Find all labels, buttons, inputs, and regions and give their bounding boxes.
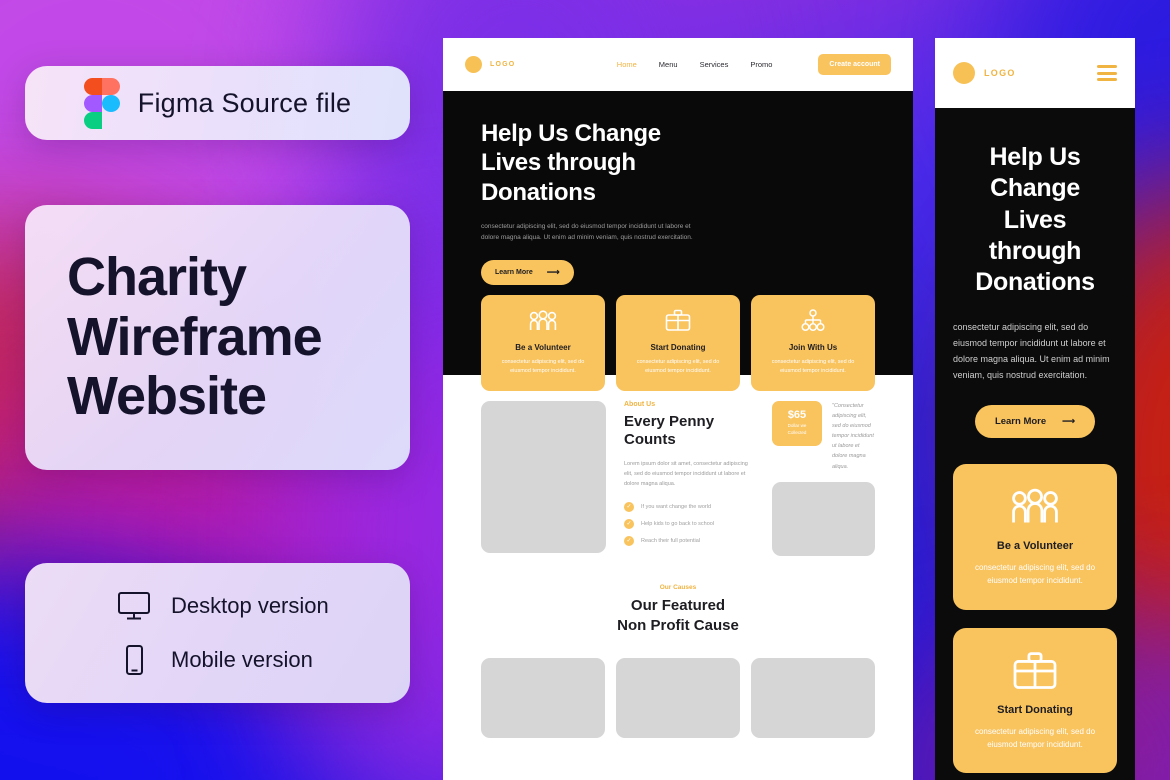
checklist-item: ✓ Help kids to go back to school bbox=[624, 518, 754, 529]
about-body-text: Lorem ipsum dolor sit amet, consectetur … bbox=[624, 461, 748, 488]
feature-card-body: consectetur adipiscing elit, sed do eius… bbox=[974, 563, 1096, 586]
about-text-column: About Us Every Penny Counts Lorem ipsum … bbox=[624, 401, 754, 556]
hero-title: Help Us Change Lives through Donations bbox=[481, 120, 661, 206]
figma-logo-icon bbox=[83, 78, 120, 129]
feature-card-join[interactable]: Join With Us consectetur adipiscing elit… bbox=[751, 294, 875, 391]
version-item-desktop: Desktop version bbox=[117, 591, 410, 621]
nav-link-home[interactable]: Home bbox=[617, 60, 637, 69]
hero-title: Help Us Change Lives through Donations bbox=[975, 143, 1095, 296]
cause-image-placeholder bbox=[481, 658, 605, 739]
hero-body-text: consectetur adipiscing elit, sed do eius… bbox=[481, 222, 693, 242]
desktop-navbar: LOGO Home Menu Services Promo Create acc… bbox=[443, 38, 913, 91]
cause-image-placeholder bbox=[751, 658, 875, 739]
about-eyebrow: About Us bbox=[624, 400, 656, 408]
button-label: Learn More bbox=[495, 268, 533, 276]
versions-card: Desktop version Mobile version bbox=[25, 563, 410, 703]
feature-card-title: Be a Volunteer bbox=[996, 540, 1074, 553]
feature-card-volunteer[interactable]: Be a Volunteer consectetur adipiscing el… bbox=[481, 294, 605, 391]
check-icon: ✓ bbox=[624, 501, 634, 512]
page-title: Charity Wireframe Website bbox=[67, 247, 323, 427]
feature-card-volunteer[interactable]: Be a Volunteer consectetur adipiscing el… bbox=[953, 464, 1117, 610]
logo-text: LOGO bbox=[490, 61, 516, 68]
feature-card-title: Join With Us bbox=[788, 342, 838, 352]
arrow-right-icon: ⟶ bbox=[546, 266, 560, 277]
hamburger-menu-icon[interactable] bbox=[1097, 65, 1117, 81]
desktop-logo[interactable]: LOGO bbox=[465, 56, 515, 73]
logo-circle-icon bbox=[953, 62, 975, 84]
nav-link-services[interactable]: Services bbox=[700, 60, 729, 69]
desktop-causes-section: Our Causes Our Featured Non Profit Cause bbox=[443, 555, 913, 739]
mobile-navbar: LOGO bbox=[935, 38, 1135, 108]
create-account-button[interactable]: Create account bbox=[818, 54, 891, 75]
button-label: Learn More bbox=[994, 416, 1047, 428]
causes-grid bbox=[481, 658, 875, 739]
about-title: Every Penny Counts bbox=[624, 412, 715, 448]
cause-image-placeholder bbox=[616, 658, 740, 739]
stat-value: $65 bbox=[787, 409, 807, 422]
check-icon: ✓ bbox=[624, 518, 634, 529]
nav-link-menu[interactable]: Menu bbox=[659, 60, 678, 69]
mobile-phone-icon bbox=[117, 645, 151, 675]
logo-circle-icon bbox=[465, 56, 482, 73]
feature-card-body: consectetur adipiscing elit, sed do eius… bbox=[771, 358, 855, 374]
logo-text: LOGO bbox=[984, 68, 1016, 78]
feature-card-title: Be a Volunteer bbox=[515, 342, 571, 352]
checklist-item: ✓ Reach their full potential bbox=[624, 535, 754, 546]
network-nodes-icon bbox=[761, 307, 865, 335]
checklist-label: If you want change the world bbox=[641, 503, 712, 510]
feature-card-donating[interactable]: Start Donating consectetur adipiscing el… bbox=[953, 627, 1117, 773]
donation-box-icon bbox=[969, 648, 1101, 694]
about-checklist: ✓ If you want change the world ✓ Help ki… bbox=[624, 501, 754, 546]
hero-body-text: consectetur adipiscing elit, sed do eius… bbox=[953, 322, 1110, 380]
arrow-right-icon: ⟶ bbox=[1062, 416, 1076, 427]
causes-eyebrow: Our Causes bbox=[659, 583, 697, 591]
stat-label: Dollar we Collected bbox=[787, 423, 807, 436]
check-icon: ✓ bbox=[624, 535, 634, 546]
desktop-hero-section: Help Us Change Lives through Donations c… bbox=[443, 91, 913, 319]
feature-card-donating[interactable]: Start Donating consectetur adipiscing el… bbox=[616, 294, 740, 391]
checklist-label: Help kids to go back to school bbox=[641, 520, 715, 527]
mobile-feature-cards-section: Be a Volunteer consectetur adipiscing el… bbox=[935, 438, 1135, 773]
version-item-mobile: Mobile version bbox=[117, 645, 410, 675]
mobile-logo[interactable]: LOGO bbox=[953, 62, 1016, 84]
version-label: Mobile version bbox=[171, 647, 313, 672]
version-label: Desktop version bbox=[171, 593, 329, 618]
feature-card-body: consectetur adipiscing elit, sed do eius… bbox=[636, 358, 720, 374]
mobile-hero-section: Help Us Change Lives through Donations c… bbox=[935, 108, 1135, 439]
feature-card-title: Start Donating bbox=[997, 703, 1073, 716]
hero-learn-more-button[interactable]: Learn More ⟶ bbox=[974, 405, 1096, 439]
about-quote: "Consectetur adipiscing elit, sed do eiu… bbox=[832, 402, 874, 470]
about-image-placeholder bbox=[481, 400, 606, 553]
hero-learn-more-button[interactable]: Learn More ⟶ bbox=[481, 259, 574, 285]
feature-card-title: Start Donating bbox=[650, 342, 706, 352]
donation-stat-box: $65 Dollar we Collected bbox=[772, 400, 822, 446]
desktop-monitor-icon bbox=[117, 591, 151, 621]
nav-link-promo[interactable]: Promo bbox=[750, 60, 772, 69]
mobile-mockup: LOGO Help Us Change Lives through Donati… bbox=[935, 38, 1135, 780]
people-group-icon bbox=[969, 484, 1101, 530]
figma-source-card: Figma Source file bbox=[25, 66, 410, 140]
checklist-item: ✓ If you want change the world bbox=[624, 501, 754, 512]
feature-card-body: consectetur adipiscing elit, sed do eius… bbox=[501, 358, 585, 374]
about-stat-column: $65 Dollar we Collected "Consectetur adi… bbox=[772, 400, 875, 556]
donation-box-icon bbox=[626, 307, 730, 335]
desktop-about-section: About Us Every Penny Counts Lorem ipsum … bbox=[443, 374, 913, 556]
figma-source-label: Figma Source file bbox=[137, 87, 352, 118]
people-group-icon bbox=[491, 307, 595, 335]
about-image-placeholder-secondary bbox=[772, 481, 875, 556]
desktop-nav-links: Home Menu Services Promo Create account bbox=[617, 54, 891, 75]
desktop-feature-cards-section: Be a Volunteer consectetur adipiscing el… bbox=[443, 294, 913, 391]
feature-card-body: consectetur adipiscing elit, sed do eius… bbox=[974, 726, 1096, 749]
checklist-label: Reach their full potential bbox=[641, 537, 701, 544]
desktop-mockup: LOGO Home Menu Services Promo Create acc… bbox=[443, 38, 913, 780]
causes-title: Our Featured Non Profit Cause bbox=[617, 596, 739, 634]
main-title-card: Charity Wireframe Website bbox=[25, 205, 410, 470]
